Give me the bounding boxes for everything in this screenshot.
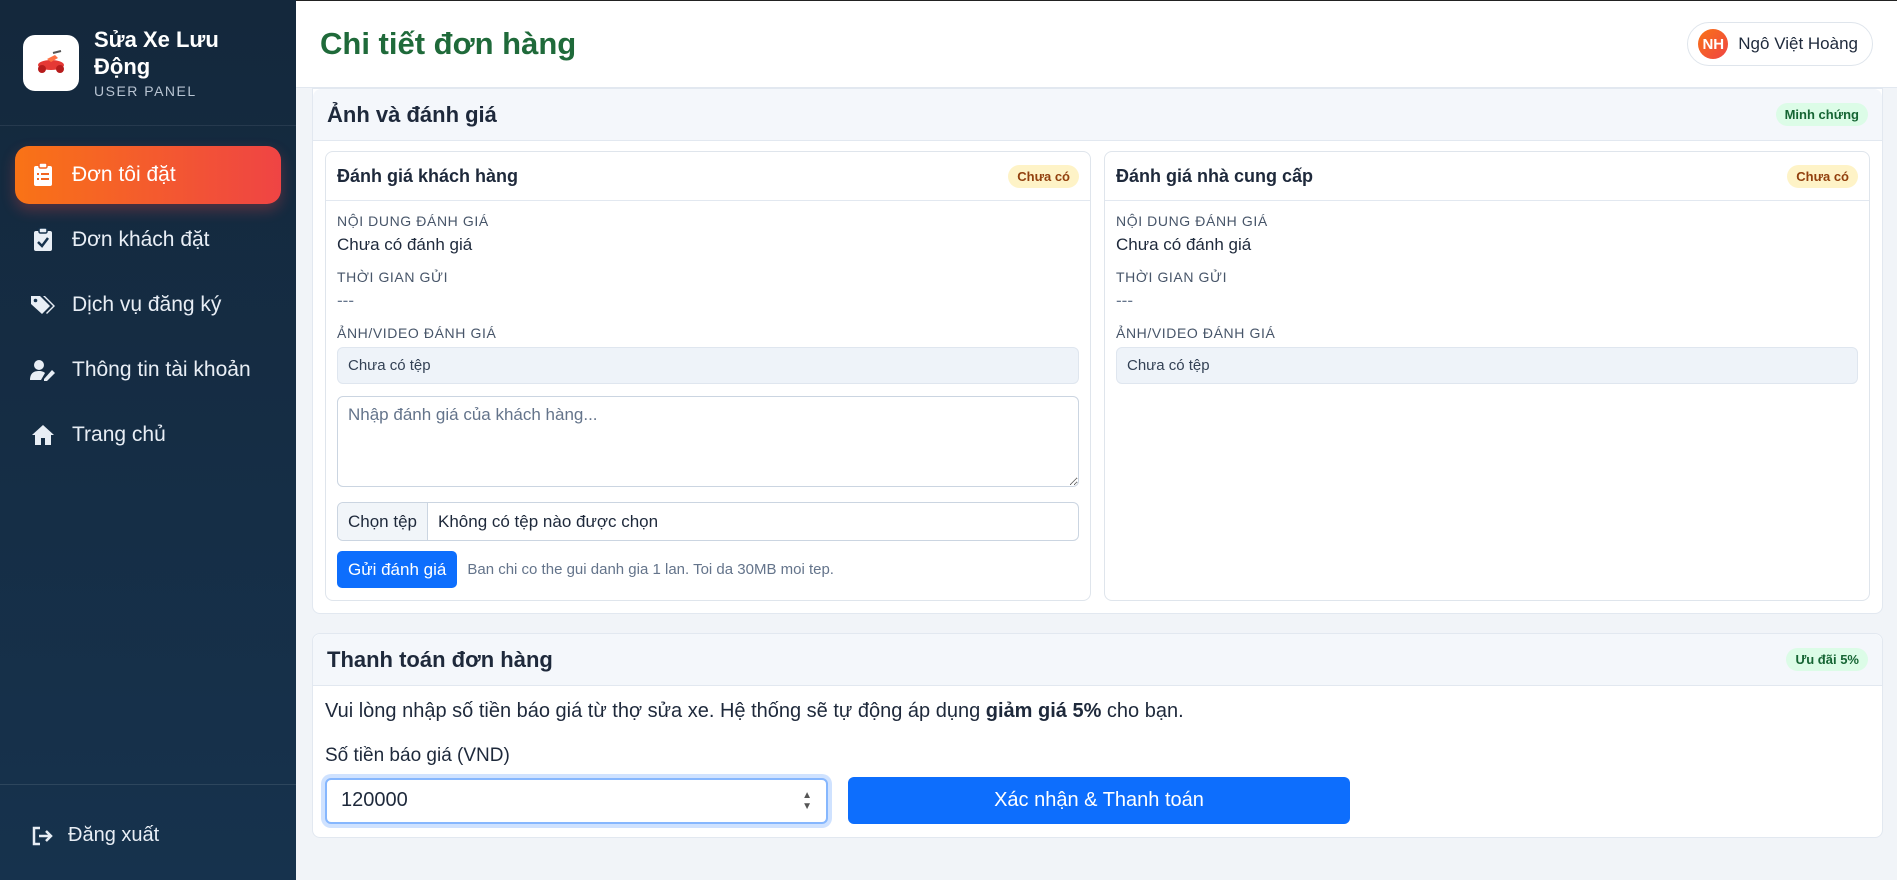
discount-highlight: giảm giá 5% [985,700,1102,722]
card-header: Đánh giá nhà cung cấp Chưa có [1105,152,1869,201]
page-header: Chi tiết đơn hàng NH Ngô Việt Hoàng [296,0,1897,88]
section-title: Ảnh và đánh giá [327,101,497,127]
page-title: Chi tiết đơn hàng [320,26,577,61]
review-content-value: Chưa có đánh giá [1116,235,1252,254]
customer-review-card: Đánh giá khách hàng Chưa có NỘI DUNG ĐÁN… [325,151,1091,601]
main-content: Ảnh và đánh giá Minh chứng Đánh giá khác… [296,88,1897,880]
field-label: ẢNH/VIDEO ĐÁNH GIÁ [337,325,497,341]
clipboard-check-icon [30,227,56,253]
review-media-box: Chưa có tệp [337,347,1079,384]
review-textarea[interactable] [337,396,1079,487]
home-icon [30,422,56,448]
upload-hint: Ban chi co the gui danh gia 1 lan. Toi d… [467,561,834,578]
stepper-up-icon[interactable]: ▲ [802,790,812,801]
card-title: Đánh giá nhà cung cấp [1116,165,1314,186]
section-title: Thanh toán đơn hàng [327,646,553,672]
file-input[interactable]: Chọn tệp Không có tệp nào được chọn [337,502,1079,541]
logout-button[interactable]: Đăng xuất [15,810,281,860]
logout-label: Đăng xuất [68,824,160,846]
sidebar-item-label: Trang chủ [72,423,166,446]
field-label: NỘI DUNG ĐÁNH GIÁ [1116,213,1268,229]
choose-file-button[interactable]: Chọn tệp [338,503,428,540]
review-cards: Đánh giá khách hàng Chưa có NỘI DUNG ĐÁN… [313,141,1882,613]
card-body: NỘI DUNG ĐÁNH GIÁ Chưa có đánh giá THỜI … [326,201,1090,600]
payment-description: Vui lòng nhập số tiền báo giá từ thợ sửa… [325,700,1870,723]
status-badge: Chưa có [1008,164,1079,188]
payment-desc-text: Vui lòng nhập số tiền báo giá từ thợ sửa… [325,700,986,722]
sidebar-item-label: Thông tin tài khoản [72,358,251,381]
amount-input[interactable]: 120000 ▲ ▼ [325,777,828,824]
submit-row: Gửi đánh giá Ban chi co the gui danh gia… [337,551,1079,588]
stepper-down-icon[interactable]: ▼ [802,801,812,812]
sidebar-item-label: Đơn tôi đặt [72,163,176,186]
logout-icon [30,823,56,849]
payment-body: Vui lòng nhập số tiền báo giá từ thợ sửa… [313,686,1882,838]
sidebar-item-don-toi-dat[interactable]: Đơn tôi đặt [15,146,281,204]
card-title: Đánh giá khách hàng [337,165,519,186]
reviews-section-header: Ảnh và đánh giá Minh chứng [313,89,1882,141]
card-body: NỘI DUNG ĐÁNH GIÁ Chưa có đánh giá THỜI … [1105,201,1869,396]
user-menu[interactable]: NH Ngô Việt Hoàng [1687,22,1873,66]
file-name: Không có tệp nào được chọn [438,511,659,531]
sidebar-nav: Đơn tôi đặt Đơn khách đặt Dịch vụ đăng k… [0,126,296,464]
clipboard-list-icon [30,162,56,188]
payment-desc-text: cho bạn. [1101,700,1184,722]
avatar: NH [1698,29,1729,59]
field-label: THỜI GIAN GỬI [337,269,449,285]
scooter-logo-icon [23,34,79,91]
card-header: Đánh giá khách hàng Chưa có [326,152,1090,201]
review-media-box: Chưa có tệp [1116,347,1858,384]
payment-row: 120000 ▲ ▼ Xác nhận & Thanh toán [325,777,1870,824]
user-name: Ngô Việt Hoàng [1738,34,1858,53]
status-badge: Chưa có [1787,164,1858,188]
brand-title: Sửa Xe Lưu Động [94,27,219,79]
sidebar-item-label: Dịch vụ đăng ký [72,293,222,316]
sidebar-item-trang-chu[interactable]: Trang chủ [15,406,281,464]
field-label: NỘI DUNG ĐÁNH GIÁ [337,213,489,229]
brand: Sửa Xe Lưu Động USER PANEL [0,0,296,126]
sidebar-item-thong-tin-tai-khoan[interactable]: Thông tin tài khoản [15,341,281,399]
sidebar-item-dich-vu-dang-ky[interactable]: Dịch vụ đăng ký [15,276,281,334]
sidebar-item-label: Đơn khách đặt [72,228,210,251]
tags-icon [30,292,56,318]
sidebar: Sửa Xe Lưu Động USER PANEL Đơn tôi đặt Đ… [0,0,296,880]
payment-section-header: Thanh toán đơn hàng Ưu đãi 5% [313,634,1882,686]
number-stepper[interactable]: ▲ ▼ [802,790,812,812]
sidebar-divider [0,784,296,785]
brand-subtitle: USER PANEL [94,83,197,99]
review-time-value: --- [337,291,354,310]
review-content-value: Chưa có đánh giá [337,235,473,254]
status-badge: Minh chứng [1775,103,1868,126]
user-edit-icon [30,357,56,383]
sidebar-item-don-khach-dat[interactable]: Đơn khách đặt [15,211,281,269]
field-label: THỜI GIAN GỬI [1116,269,1228,285]
field-label: ẢNH/VIDEO ĐÁNH GIÁ [1116,325,1276,341]
reviews-section: Ảnh và đánh giá Minh chứng Đánh giá khác… [312,88,1883,614]
provider-review-card: Đánh giá nhà cung cấp Chưa có NỘI DUNG Đ… [1104,151,1870,601]
confirm-payment-button[interactable]: Xác nhận & Thanh toán [848,777,1350,824]
submit-review-button[interactable]: Gửi đánh giá [337,551,458,588]
amount-value: 120000 [341,789,408,811]
review-time-value: --- [1116,291,1133,310]
payment-section: Thanh toán đơn hàng Ưu đãi 5% Vui lòng n… [312,633,1883,838]
amount-label: Số tiền báo giá (VND) [325,745,510,766]
status-badge: Ưu đãi 5% [1786,648,1868,671]
